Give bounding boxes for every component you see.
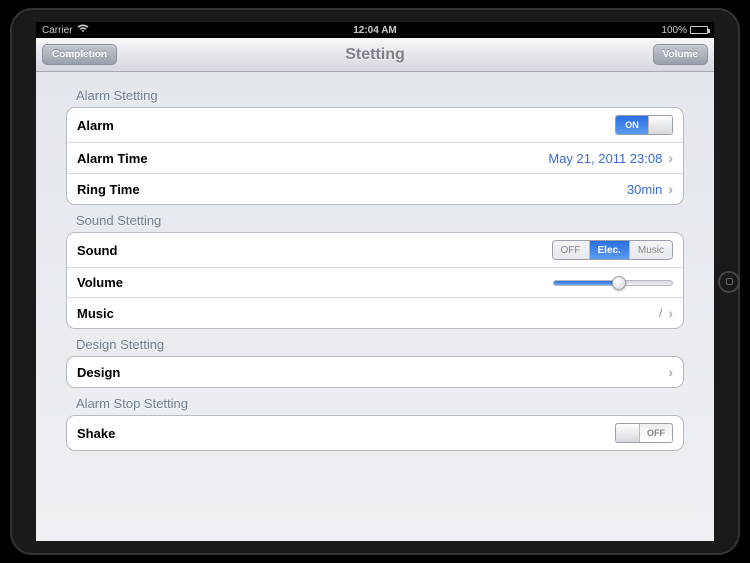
ipad-frame: Carrier 12:04 AM 100% Completion Stettin… bbox=[10, 8, 740, 555]
switch-off-label: OFF bbox=[640, 424, 672, 442]
row-alarm: Alarm ON bbox=[67, 108, 683, 143]
chevron-right-icon: › bbox=[668, 364, 673, 380]
status-bar: Carrier 12:04 AM 100% bbox=[36, 22, 714, 38]
sound-label: Sound bbox=[77, 243, 117, 258]
completion-button[interactable]: Completion bbox=[42, 44, 117, 65]
row-volume: Volume bbox=[67, 268, 683, 298]
settings-content[interactable]: Alarm Stetting Alarm ON Alarm Time May 2… bbox=[36, 72, 714, 541]
row-ring-time[interactable]: Ring Time 30min › bbox=[67, 174, 683, 204]
chevron-right-icon: › bbox=[668, 181, 673, 197]
page-title: Stetting bbox=[345, 46, 405, 64]
group-stop: Shake OFF bbox=[66, 415, 684, 451]
row-design[interactable]: Design › bbox=[67, 357, 683, 387]
chevron-right-icon: › bbox=[668, 150, 673, 166]
home-icon bbox=[726, 278, 733, 285]
volume-slider[interactable] bbox=[553, 279, 673, 287]
design-label: Design bbox=[77, 365, 120, 380]
switch-knob bbox=[648, 116, 672, 134]
row-music[interactable]: Music / › bbox=[67, 298, 683, 328]
screen: Carrier 12:04 AM 100% Completion Stettin… bbox=[36, 22, 714, 541]
group-design: Design › bbox=[66, 356, 684, 388]
seg-off[interactable]: OFF bbox=[553, 241, 590, 259]
section-header-stop: Alarm Stop Stetting bbox=[66, 388, 684, 415]
music-label: Music bbox=[77, 306, 114, 321]
ring-time-value: 30min bbox=[627, 182, 662, 197]
alarm-label: Alarm bbox=[77, 118, 114, 133]
section-header-alarm: Alarm Stetting bbox=[66, 80, 684, 107]
nav-bar: Completion Stetting Volume bbox=[36, 38, 714, 72]
sound-segmented-control[interactable]: OFF Elec. Music bbox=[552, 240, 673, 260]
row-alarm-time[interactable]: Alarm Time May 21, 2011 23:08 › bbox=[67, 143, 683, 174]
alarm-switch[interactable]: ON bbox=[615, 115, 673, 135]
group-sound: Sound OFF Elec. Music Volume Music bbox=[66, 232, 684, 329]
section-header-design: Design Stetting bbox=[66, 329, 684, 356]
seg-elec[interactable]: Elec. bbox=[590, 241, 630, 259]
alarm-time-value: May 21, 2011 23:08 bbox=[548, 151, 662, 166]
chevron-right-icon: › bbox=[668, 305, 673, 321]
volume-button[interactable]: Volume bbox=[653, 44, 708, 65]
carrier-label: Carrier bbox=[42, 25, 73, 36]
alarm-time-label: Alarm Time bbox=[77, 151, 148, 166]
group-alarm: Alarm ON Alarm Time May 21, 2011 23:08 ›… bbox=[66, 107, 684, 205]
switch-knob bbox=[616, 424, 640, 442]
ring-time-label: Ring Time bbox=[77, 182, 140, 197]
home-button[interactable] bbox=[718, 271, 740, 293]
seg-music[interactable]: Music bbox=[630, 241, 672, 259]
row-sound: Sound OFF Elec. Music bbox=[67, 233, 683, 268]
shake-label: Shake bbox=[77, 426, 115, 441]
shake-switch[interactable]: OFF bbox=[615, 423, 673, 443]
switch-on-label: ON bbox=[616, 116, 648, 134]
volume-label: Volume bbox=[77, 275, 123, 290]
battery-label: 100% bbox=[661, 25, 687, 36]
music-value: / bbox=[659, 306, 662, 320]
slider-thumb[interactable] bbox=[612, 276, 626, 290]
wifi-icon bbox=[77, 24, 89, 36]
battery-icon bbox=[690, 26, 708, 34]
status-time: 12:04 AM bbox=[353, 25, 397, 36]
row-shake: Shake OFF bbox=[67, 416, 683, 450]
section-header-sound: Sound Stetting bbox=[66, 205, 684, 232]
